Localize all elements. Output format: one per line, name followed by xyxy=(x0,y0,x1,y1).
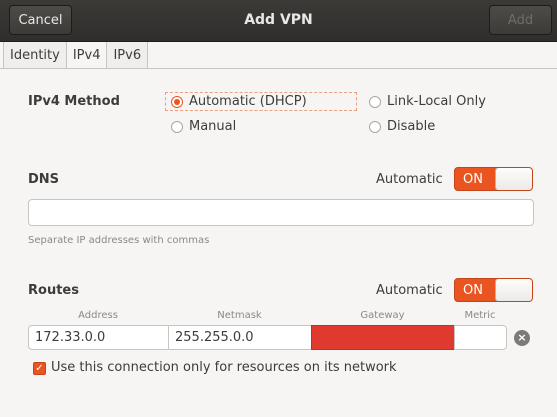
dns-label: DNS xyxy=(28,172,60,187)
switch-knob xyxy=(495,279,532,301)
radio-label: Manual xyxy=(189,119,237,134)
dns-automatic-label: Automatic xyxy=(376,172,443,187)
routes-automatic-switch[interactable]: ON xyxy=(454,278,533,302)
route-address-input[interactable]: 172.33.0.0 xyxy=(28,325,169,350)
radio-link-local-only[interactable]: Link-Local Only xyxy=(369,94,486,109)
column-header-netmask: Netmask xyxy=(217,310,262,321)
radio-label: Link-Local Only xyxy=(387,94,486,109)
tab-strip: Identity IPv4 IPv6 xyxy=(3,42,149,69)
delete-route-icon[interactable]: × xyxy=(514,330,530,346)
radio-label: Disable xyxy=(387,119,436,134)
tab-ipv6[interactable]: IPv6 xyxy=(106,42,149,69)
radio-indicator xyxy=(171,95,183,108)
route-netmask-input[interactable]: 255.255.0.0 xyxy=(168,325,312,350)
add-button[interactable]: Add xyxy=(489,5,552,35)
tab-divider xyxy=(0,68,557,69)
only-resources-label: Use this connection only for resources o… xyxy=(51,360,397,375)
column-header-address: Address xyxy=(78,310,118,321)
switch-knob xyxy=(495,168,532,190)
dns-servers-input[interactable] xyxy=(28,199,534,226)
dialog-title: Add VPN xyxy=(244,12,313,28)
radio-label: Automatic (DHCP) xyxy=(189,94,307,109)
route-gateway-input[interactable] xyxy=(311,325,455,350)
route-metric-input[interactable] xyxy=(454,325,507,350)
radio-indicator xyxy=(171,120,183,133)
tab-ipv4[interactable]: IPv4 xyxy=(65,42,108,69)
switch-on-label: ON xyxy=(463,172,483,187)
dns-automatic-switch[interactable]: ON xyxy=(454,167,533,191)
routes-label: Routes xyxy=(28,283,79,298)
column-header-gateway: Gateway xyxy=(360,310,405,321)
only-resources-checkbox[interactable]: ✓ xyxy=(33,362,46,375)
dns-hint: Separate IP addresses with commas xyxy=(28,235,210,246)
radio-disable[interactable]: Disable xyxy=(369,119,435,134)
column-header-metric: Metric xyxy=(464,310,496,321)
tab-identity[interactable]: Identity xyxy=(3,42,67,69)
switch-on-label: ON xyxy=(463,283,483,298)
ipv4-method-label: IPv4 Method xyxy=(28,94,120,109)
routes-automatic-label: Automatic xyxy=(376,283,443,298)
radio-indicator xyxy=(369,120,381,133)
radio-automatic-dhcp[interactable]: Automatic (DHCP) xyxy=(171,94,307,109)
radio-manual[interactable]: Manual xyxy=(171,119,236,134)
header-bar: Cancel Add VPN Add xyxy=(0,0,557,42)
radio-indicator xyxy=(369,95,381,108)
